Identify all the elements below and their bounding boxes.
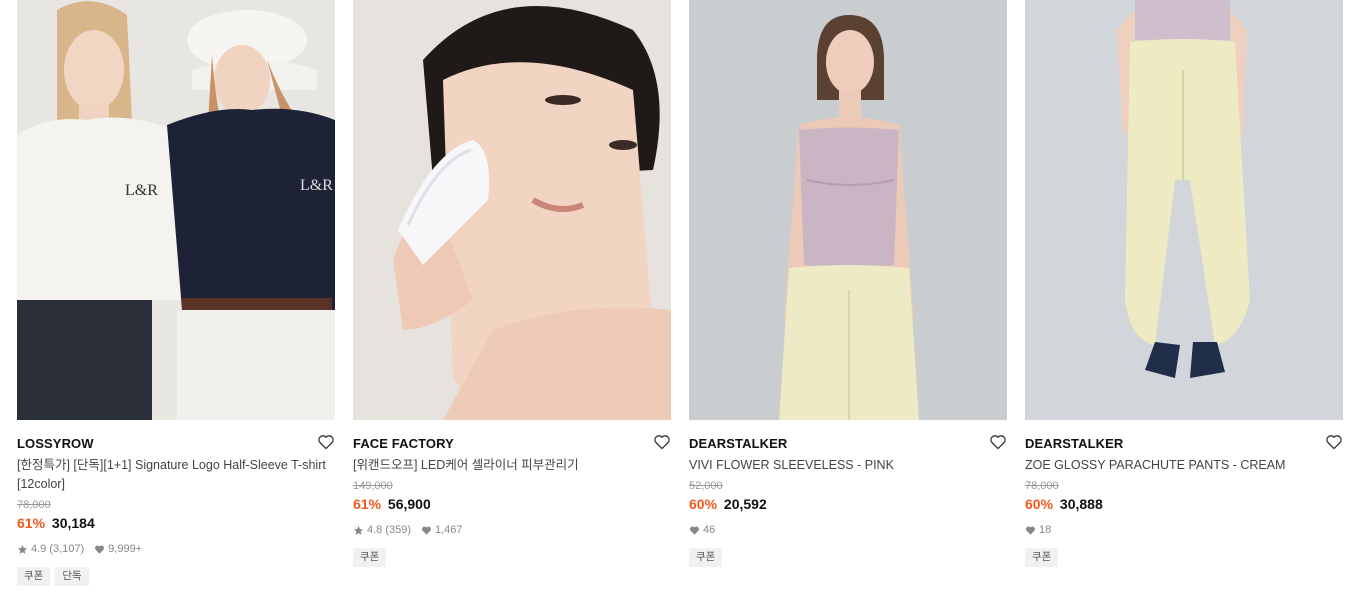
product-card[interactable]: FACE FACTORY [위캔드오프] LED케어 셀라이너 피부관리기 14…	[353, 0, 671, 567]
tag-list: 쿠폰 단독	[17, 567, 335, 586]
sale-price: 56,900	[387, 496, 431, 512]
price-row: 61% 56,900	[353, 495, 671, 513]
svg-text:L&R: L&R	[300, 177, 333, 194]
review-count: (3,107)	[49, 543, 85, 555]
tag-coupon: 쿠폰	[353, 548, 387, 567]
brand-name[interactable]: FACE FACTORY	[353, 434, 671, 452]
sale-price: 20,592	[723, 496, 767, 512]
product-stats: 18	[1025, 523, 1343, 537]
heart-icon[interactable]	[653, 434, 671, 450]
price-row: 60% 20,592	[689, 495, 1007, 513]
tag-coupon: 쿠폰	[689, 548, 723, 567]
product-image[interactable]	[353, 0, 671, 420]
original-price: 52,000	[689, 480, 723, 492]
product-stats: 4.8 (359) 1,467	[353, 523, 671, 537]
original-price: 78,000	[17, 499, 51, 511]
product-card[interactable]: DEARSTALKER VIVI FLOWER SLEEVELESS - PIN…	[689, 0, 1007, 567]
product-title[interactable]: [위캔드오프] LED케어 셀라이너 피부관리기	[353, 456, 671, 475]
heart-icon[interactable]	[1325, 434, 1343, 450]
original-price: 78,000	[1025, 480, 1059, 492]
like-count: 18	[1039, 524, 1052, 536]
like-count: 9,999+	[108, 543, 143, 555]
star-icon	[353, 525, 364, 535]
discount-rate: 61%	[17, 515, 46, 531]
tag-exclusive: 단독	[55, 567, 89, 586]
likes: 18	[1025, 523, 1051, 537]
product-card[interactable]: L&R L&R LOSSYROW [한정특가] [단독][1+1] Signat…	[17, 0, 335, 586]
rating: 4.9 (3,107)	[17, 542, 84, 556]
original-price: 149,000	[353, 480, 393, 492]
heart-icon[interactable]	[989, 434, 1007, 450]
product-image[interactable]: L&R L&R	[17, 0, 335, 420]
heart-filled-icon	[1026, 526, 1035, 535]
product-photo-sleeveless	[689, 0, 1007, 420]
price-row: 61% 30,184	[17, 514, 335, 532]
rating-value: 4.8	[367, 524, 383, 536]
discount-rate: 60%	[689, 496, 718, 512]
heart-filled-icon	[95, 545, 105, 554]
sale-price: 30,184	[51, 515, 95, 531]
product-title[interactable]: ZOE GLOSSY PARACHUTE PANTS - CREAM	[1025, 456, 1343, 475]
heart-filled-icon	[422, 526, 431, 535]
star-icon	[17, 544, 28, 554]
likes: 9,999+	[94, 542, 142, 556]
product-grid: L&R L&R LOSSYROW [한정특가] [단독][1+1] Signat…	[0, 0, 1347, 610]
tag-list: 쿠폰	[1025, 548, 1343, 567]
heart-filled-icon	[690, 526, 699, 535]
product-image[interactable]	[1025, 0, 1343, 420]
tag-coupon: 쿠폰	[1025, 548, 1059, 567]
brand-name[interactable]: DEARSTALKER	[689, 434, 1007, 452]
product-title[interactable]: VIVI FLOWER SLEEVELESS - PINK	[689, 456, 1007, 475]
product-photo-pants	[1025, 0, 1343, 420]
review-count: (359)	[385, 524, 411, 536]
tag-coupon: 쿠폰	[17, 567, 51, 586]
brand-name[interactable]: LOSSYROW	[17, 434, 335, 452]
product-stats: 4.9 (3,107) 9,999+	[17, 542, 335, 556]
product-stats: 46	[689, 523, 1007, 537]
heart-icon[interactable]	[317, 434, 335, 450]
product-title[interactable]: [한정특가] [단독][1+1] Signature Logo Half-Sle…	[17, 456, 335, 494]
like-count: 46	[703, 524, 716, 536]
brand-name[interactable]: DEARSTALKER	[1025, 434, 1343, 452]
sale-price: 30,888	[1059, 496, 1103, 512]
like-count: 1,467	[434, 524, 463, 536]
product-card[interactable]: DEARSTALKER ZOE GLOSSY PARACHUTE PANTS -…	[1025, 0, 1343, 567]
tag-list: 쿠폰	[353, 548, 671, 567]
product-photo-led-device	[353, 0, 671, 420]
rating: 4.8 (359)	[353, 523, 411, 537]
likes: 1,467	[421, 523, 463, 537]
tag-list: 쿠폰	[689, 548, 1007, 567]
product-image[interactable]	[689, 0, 1007, 420]
rating-value: 4.9	[31, 543, 47, 555]
svg-text:L&R: L&R	[125, 182, 158, 199]
discount-rate: 61%	[353, 496, 382, 512]
likes: 46	[689, 523, 715, 537]
price-row: 60% 30,888	[1025, 495, 1343, 513]
product-photo-tshirts: L&R L&R	[17, 0, 335, 420]
discount-rate: 60%	[1025, 496, 1054, 512]
